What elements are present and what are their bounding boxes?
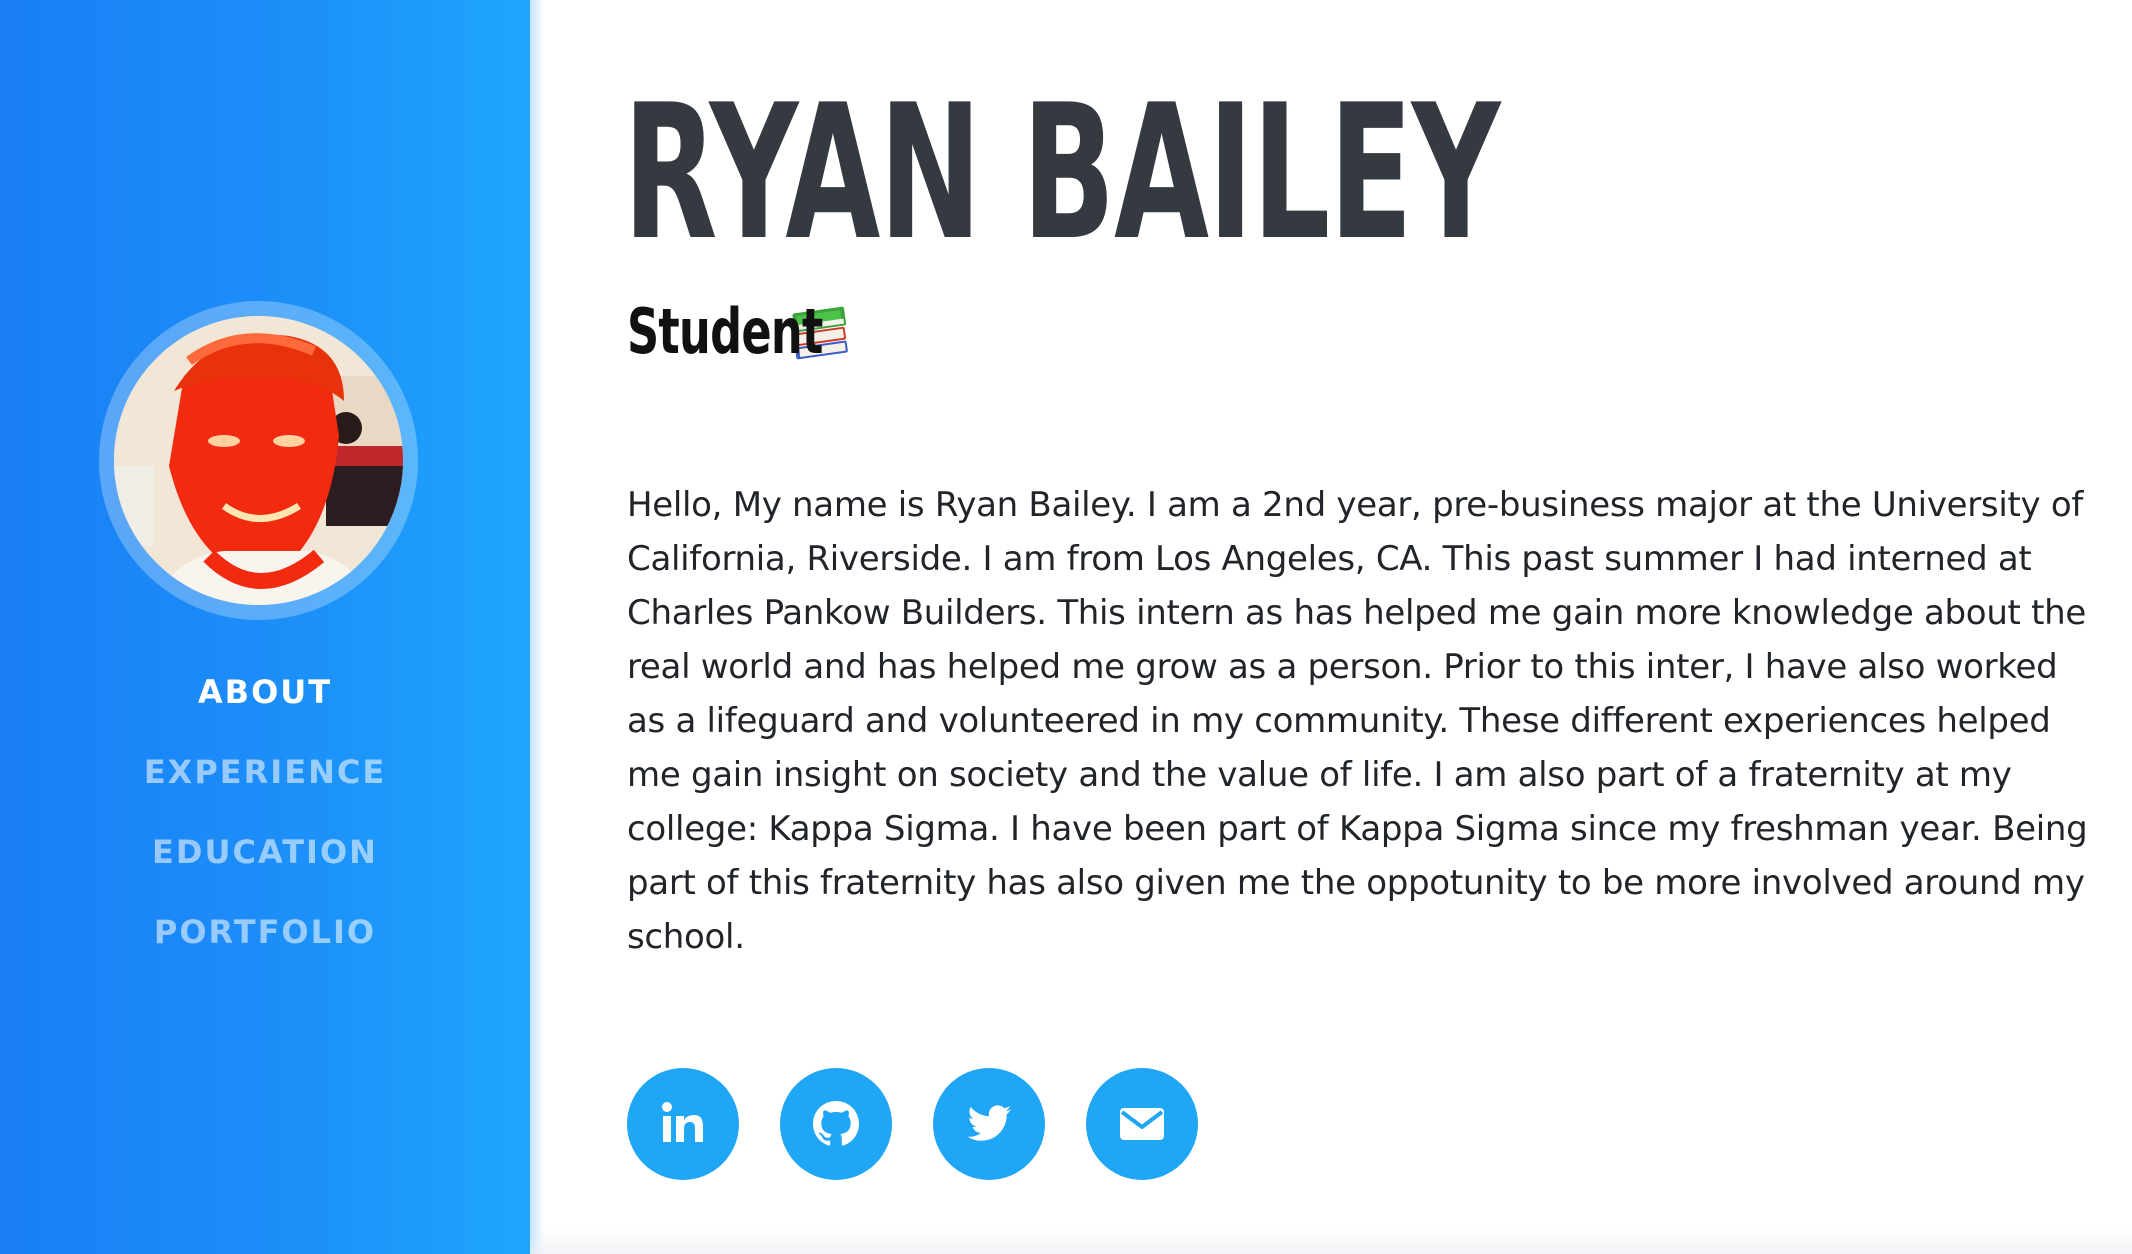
- linkedin-button[interactable]: [627, 1068, 739, 1180]
- twitter-button[interactable]: [933, 1068, 1045, 1180]
- github-button[interactable]: [780, 1068, 892, 1180]
- nav-item-experience[interactable]: EXPERIENCE: [0, 748, 530, 828]
- twitter-icon: [967, 1105, 1011, 1141]
- social-links: [627, 1068, 1239, 1180]
- subtitle: Student: [627, 296, 851, 368]
- bottom-shadow: [530, 1230, 2132, 1254]
- bio-paragraph: Hello, My name is Ryan Bailey. I am a 2n…: [627, 485, 2088, 957]
- page-title: RYAN BAILEY: [623, 64, 1500, 281]
- subtitle-text: Student: [627, 295, 823, 368]
- sidebar-nav: ABOUT EXPERIENCE EDUCATION PORTFOLIO: [0, 668, 530, 988]
- nav-item-portfolio[interactable]: PORTFOLIO: [0, 908, 530, 988]
- github-icon: [813, 1101, 859, 1146]
- sidebar: ABOUT EXPERIENCE EDUCATION PORTFOLIO: [0, 0, 544, 1254]
- avatar: [99, 301, 418, 620]
- nav-item-about[interactable]: ABOUT: [0, 668, 530, 748]
- email-icon: [1120, 1108, 1164, 1140]
- nav-item-education[interactable]: EDUCATION: [0, 828, 530, 908]
- linkedin-icon: [662, 1102, 703, 1142]
- profile-photo: [114, 316, 403, 605]
- email-button[interactable]: [1086, 1068, 1198, 1180]
